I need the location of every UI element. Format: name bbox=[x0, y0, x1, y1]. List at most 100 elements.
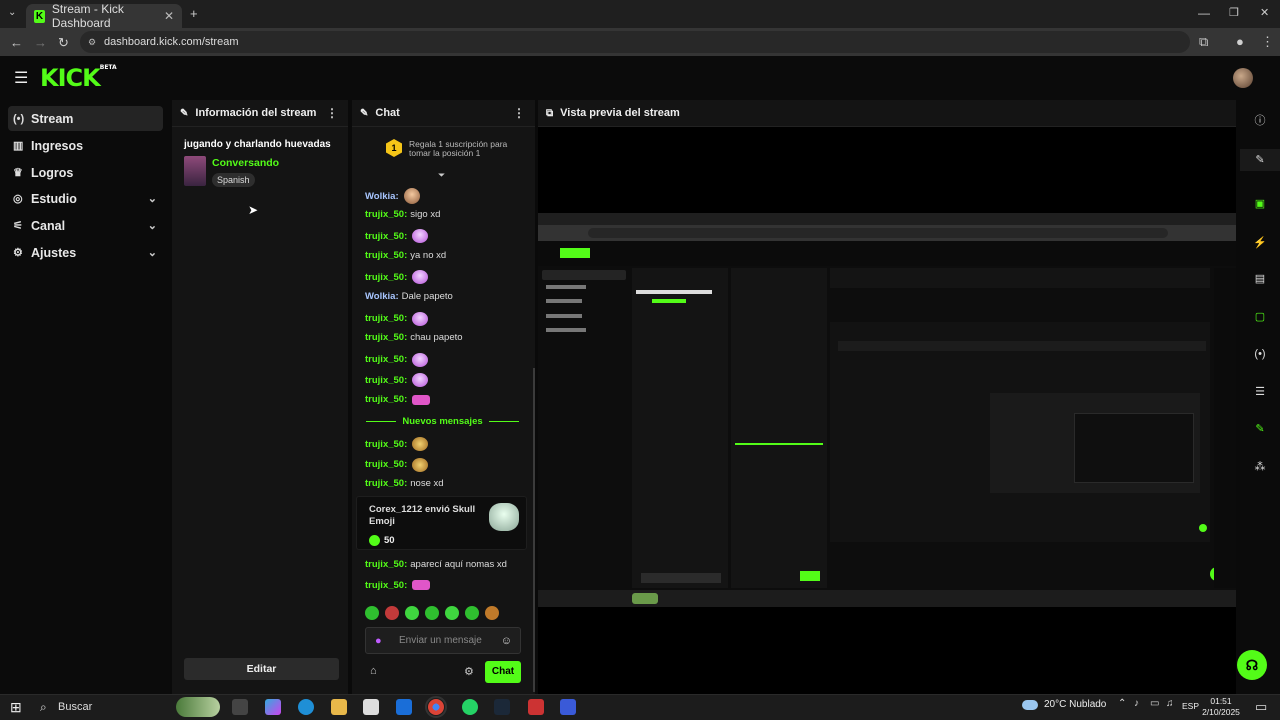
restore-icon[interactable]: ❐ bbox=[1229, 6, 1239, 19]
microphone-tray-icon[interactable]: ♪ bbox=[1134, 698, 1139, 709]
emote-icon[interactable] bbox=[412, 437, 429, 451]
emote-icon[interactable] bbox=[412, 352, 429, 367]
gift-leaderboard-text[interactable]: Regala 1 suscripción para tomar la posic… bbox=[409, 140, 519, 158]
kick-logo[interactable]: KICKBETA bbox=[40, 64, 117, 92]
wrench-icon[interactable]: ✎ bbox=[1240, 422, 1280, 435]
sidebar-item-ajustes[interactable]: ⚙ Ajustes ⌄ bbox=[8, 240, 163, 265]
profile-icon[interactable]: ● bbox=[1236, 34, 1244, 49]
chat-username[interactable]: Wolkia: bbox=[365, 291, 399, 302]
chat-username[interactable]: trujix_50: bbox=[365, 354, 407, 365]
file-explorer-icon[interactable] bbox=[331, 699, 347, 715]
forward-icon[interactable]: → bbox=[34, 35, 47, 50]
chat-username[interactable]: trujix_50: bbox=[365, 209, 407, 220]
chat-username[interactable]: trujix_50: bbox=[365, 375, 407, 386]
network-icon[interactable]: ▭ bbox=[1150, 698, 1159, 709]
back-icon[interactable]: ← bbox=[10, 35, 23, 50]
tray-chevron-icon[interactable]: ⌃ bbox=[1118, 698, 1126, 709]
input-language[interactable]: ESP bbox=[1182, 701, 1199, 711]
more-options-icon[interactable]: ⋮ bbox=[326, 106, 338, 120]
outlook-icon[interactable] bbox=[396, 699, 412, 715]
tab-close-icon[interactable]: ✕ bbox=[164, 9, 174, 23]
minimize-icon[interactable]: — bbox=[1198, 6, 1210, 20]
user-avatar[interactable] bbox=[1233, 68, 1253, 88]
list-icon[interactable]: ☰ bbox=[1240, 385, 1280, 398]
chat-bubble-icon[interactable]: ▢ bbox=[1240, 310, 1280, 323]
url-field[interactable]: ⚙ dashboard.kick.com/stream bbox=[80, 31, 1190, 53]
chat-username[interactable]: trujix_50: bbox=[365, 580, 407, 591]
sidebar-item-ingresos[interactable]: ▥ Ingresos bbox=[8, 133, 163, 158]
chat-settings-icon[interactable]: ⚙ bbox=[464, 665, 474, 678]
chat-message-input[interactable]: ● Enviar un mensaje ☺ bbox=[365, 627, 521, 654]
chat-scrollbar[interactable] bbox=[533, 368, 535, 692]
weather-widget[interactable]: 20°C Nublado bbox=[1022, 699, 1106, 710]
menu-dots-icon[interactable]: ⋮ bbox=[1261, 34, 1274, 50]
close-window-icon[interactable]: ✕ bbox=[1260, 6, 1269, 19]
share-icon[interactable]: ⁂ bbox=[1240, 460, 1280, 473]
volume-icon[interactable]: ♫ bbox=[1166, 698, 1174, 709]
category-name[interactable]: Conversando bbox=[212, 157, 279, 169]
emote-icon[interactable] bbox=[412, 373, 429, 388]
windows-start-icon[interactable]: ⊞ bbox=[10, 699, 22, 716]
gift-icon[interactable]: ⌂ bbox=[370, 665, 377, 677]
info-icon[interactable]: ⓘ bbox=[1240, 112, 1280, 128]
emote-icon[interactable] bbox=[425, 606, 439, 620]
copilot-icon[interactable] bbox=[265, 699, 281, 715]
edit-button[interactable]: Editar bbox=[184, 658, 339, 680]
emote-icon[interactable] bbox=[412, 229, 429, 244]
broadcast-icon[interactable]: (•) bbox=[1240, 348, 1280, 360]
reload-icon[interactable]: ↻ bbox=[58, 35, 69, 51]
chat-username[interactable]: trujix_50: bbox=[365, 559, 407, 570]
site-info-icon[interactable]: ⚙ bbox=[88, 31, 96, 53]
emote-icon[interactable] bbox=[412, 311, 429, 326]
chat-username[interactable]: Wolkia: bbox=[365, 191, 399, 202]
pin-filter-icon[interactable]: ⏷ bbox=[438, 170, 445, 181]
notifications-icon[interactable]: ▭ bbox=[1255, 699, 1267, 715]
emote-icon[interactable] bbox=[412, 457, 429, 472]
focus-icon[interactable]: ▣ bbox=[1240, 197, 1280, 210]
bolt-icon[interactable]: ⚡ bbox=[1240, 236, 1280, 249]
chat-username[interactable]: trujix_50: bbox=[365, 250, 407, 261]
landscape-widget-icon[interactable] bbox=[176, 697, 220, 717]
chat-username[interactable]: trujix_50: bbox=[365, 394, 407, 405]
app-icon[interactable] bbox=[560, 699, 576, 715]
task-view-icon[interactable] bbox=[232, 699, 248, 715]
emote-icon[interactable] bbox=[403, 188, 420, 204]
emote-icon[interactable] bbox=[412, 270, 429, 285]
chat-username[interactable]: trujix_50: bbox=[365, 272, 407, 283]
moderation-icon[interactable]: ▤ bbox=[1240, 272, 1280, 285]
chat-username[interactable]: trujix_50: bbox=[365, 459, 407, 470]
emote-icon[interactable] bbox=[412, 580, 431, 591]
obs-icon[interactable] bbox=[528, 699, 544, 715]
store-icon[interactable] bbox=[363, 699, 379, 715]
sidebar-item-logros[interactable]: ♛ Logros bbox=[8, 160, 163, 185]
edge-icon[interactable] bbox=[298, 699, 314, 715]
tab-list-icon[interactable]: ⌄ bbox=[8, 7, 16, 18]
chat-username[interactable]: trujix_50: bbox=[365, 478, 407, 489]
sidebar-item-estudio[interactable]: ◎ Estudio ⌄ bbox=[8, 186, 163, 211]
chrome-icon[interactable] bbox=[425, 696, 447, 718]
new-tab-icon[interactable]: + bbox=[190, 6, 198, 21]
emote-icon[interactable] bbox=[405, 606, 419, 620]
steam-icon[interactable] bbox=[494, 699, 510, 715]
emote-icon[interactable] bbox=[412, 394, 431, 405]
hamburger-menu-icon[interactable]: ☰ bbox=[14, 68, 28, 88]
send-chat-button[interactable]: Chat bbox=[485, 661, 521, 683]
support-chat-button[interactable]: ☊ bbox=[1237, 650, 1267, 680]
taskbar-clock[interactable]: 01:51 2/10/2025 bbox=[1198, 696, 1244, 718]
chat-username[interactable]: trujix_50: bbox=[365, 313, 407, 324]
emote-icon[interactable] bbox=[365, 606, 379, 620]
emote-icon[interactable] bbox=[445, 606, 459, 620]
sidebar-item-canal[interactable]: ⚟ Canal ⌄ bbox=[8, 213, 163, 238]
extensions-icon[interactable]: ⧉ bbox=[1199, 34, 1208, 50]
chat-username[interactable]: trujix_50: bbox=[365, 439, 407, 450]
emote-icon[interactable] bbox=[385, 606, 399, 620]
emoji-picker-icon[interactable]: ☺ bbox=[501, 635, 512, 647]
edit-icon[interactable]: ✎ bbox=[1240, 149, 1280, 171]
emote-icon[interactable] bbox=[485, 606, 499, 620]
chat-username[interactable]: trujix_50: bbox=[365, 332, 407, 343]
chat-username[interactable]: trujix_50: bbox=[365, 231, 407, 242]
emote-icon[interactable] bbox=[465, 606, 479, 620]
microphone-icon[interactable]: ● bbox=[375, 635, 389, 647]
browser-tab[interactable]: K Stream - Kick Dashboard ✕ bbox=[26, 2, 182, 30]
sidebar-item-stream[interactable]: (•) Stream bbox=[8, 106, 163, 131]
